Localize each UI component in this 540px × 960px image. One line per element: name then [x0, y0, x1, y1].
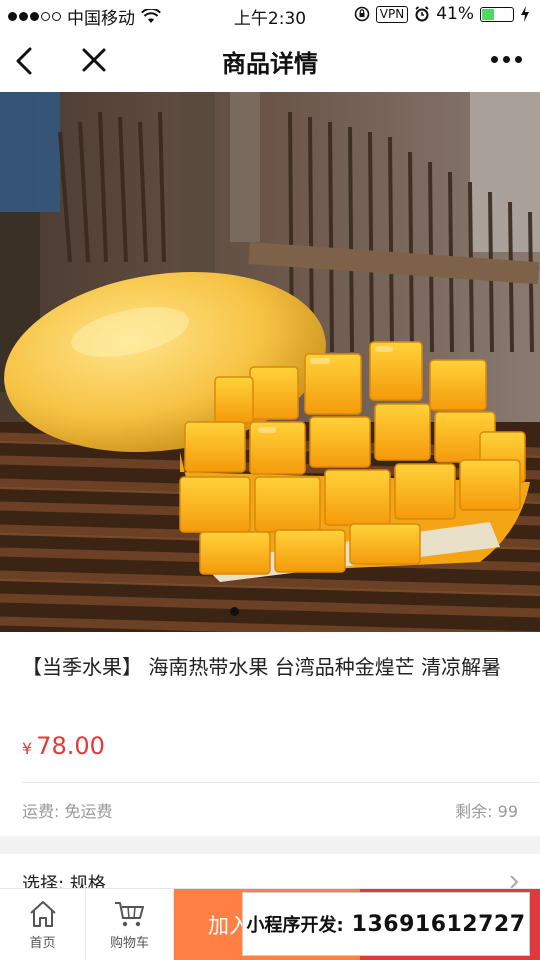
vpn-badge: VPN — [375, 5, 409, 23]
product-image — [0, 92, 540, 632]
page-title: 商品详情 — [222, 50, 318, 78]
navigation-bar: 商品详情 — [0, 30, 540, 92]
alarm-icon — [415, 6, 429, 22]
status-bar: 中国移动 上午2:30 VPN 41% — [0, 0, 540, 30]
more-dots-icon[interactable] — [491, 56, 522, 63]
price-value: 78.00 — [36, 732, 105, 760]
stock-remaining: 剩余: 99 — [455, 802, 518, 821]
home-icon — [29, 900, 56, 927]
shopping-cart-icon — [114, 901, 144, 926]
divider — [22, 782, 540, 783]
ad-phone-number: 13691612727 — [351, 911, 526, 937]
product-title: 【当季水果】 海南热带水果 台湾品种金煌芒 清凉解暑 — [22, 655, 502, 679]
tab-home-label: 首页 — [29, 935, 56, 951]
shipping-fee: 运费: 免运费 — [22, 802, 113, 821]
product-price: ¥ 78.00 — [22, 732, 105, 760]
tab-cart-label: 购物车 — [109, 935, 149, 951]
battery-icon — [480, 6, 514, 22]
ad-label: 小程序开发: — [246, 915, 344, 936]
developer-ad-banner: 小程序开发: 13691612727 — [242, 892, 530, 956]
rotation-lock-icon — [354, 6, 370, 22]
product-image-carousel[interactable] — [0, 92, 540, 632]
tab-cart[interactable]: 购物车 — [86, 889, 174, 960]
section-gap — [0, 836, 540, 854]
price-currency: ¥ — [22, 739, 33, 758]
carousel-indicator — [230, 607, 239, 616]
battery-percent: 41% — [436, 4, 474, 24]
charging-bolt-icon — [521, 6, 529, 22]
tab-home[interactable]: 首页 — [0, 889, 86, 960]
